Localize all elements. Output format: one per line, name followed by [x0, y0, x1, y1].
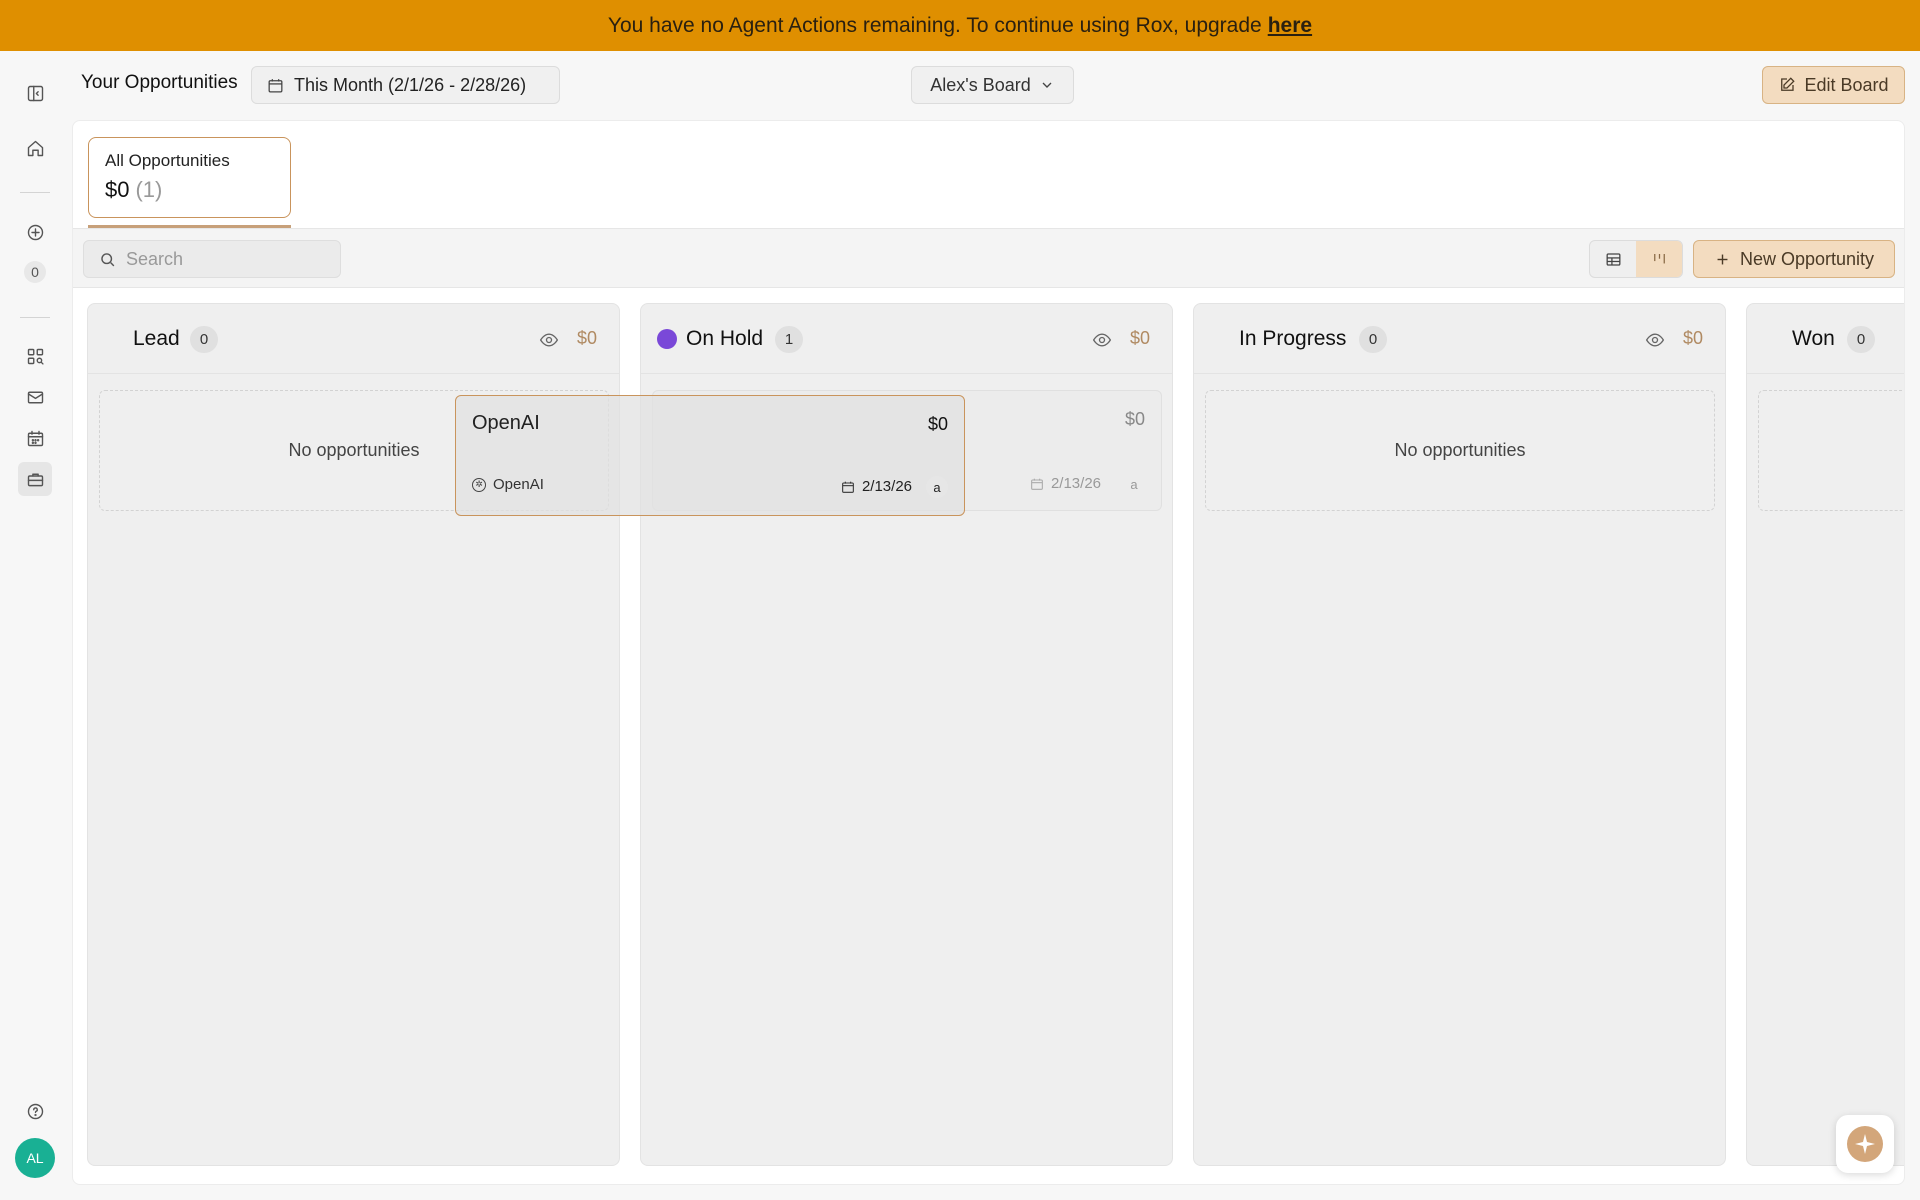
upgrade-link[interactable]: here: [1268, 14, 1312, 38]
new-opportunity-button[interactable]: New Opportunity: [1693, 240, 1895, 278]
card-date-text: 2/13/26: [1050, 475, 1101, 492]
card-amount: $0: [1124, 409, 1145, 429]
sidebar-toggle-icon[interactable]: [18, 76, 52, 110]
card-close-date: 2/13/26: [840, 478, 912, 495]
column-title: Won: [1792, 327, 1835, 350]
board-name: Alex's Board: [930, 74, 1031, 95]
card-company: ✲ OpenAI: [472, 476, 544, 493]
card-close-date: 2/13/26: [1029, 475, 1101, 492]
home-icon[interactable]: [18, 131, 52, 165]
column-count: 0: [190, 326, 218, 353]
column-header: In Progress 0 $0: [1194, 304, 1725, 374]
column-title: In Progress: [1239, 327, 1347, 350]
eye-icon[interactable]: [1645, 330, 1665, 350]
sidebar-divider: [20, 192, 50, 193]
table-icon: [1606, 252, 1620, 266]
column-sum: $0: [577, 328, 598, 348]
kanban-icon: [1653, 253, 1665, 263]
edit-icon: [1781, 77, 1796, 91]
help-icon[interactable]: [18, 1094, 52, 1128]
sidebar-divider: [20, 317, 50, 318]
column-header: On Hold 1 $0: [641, 304, 1172, 374]
empty-drop-zone: [1758, 390, 1904, 511]
chevron-down-icon: [1042, 82, 1052, 88]
briefcase-icon[interactable]: [18, 462, 52, 496]
column-sum: $0: [1130, 328, 1151, 348]
company-name: OpenAI: [493, 476, 544, 493]
dragged-opportunity-card[interactable]: OpenAI $0 ✲ OpenAI 2/13/26 a: [455, 395, 965, 516]
company-logo-icon: ✲: [472, 477, 486, 492]
inbox-icon[interactable]: [18, 380, 52, 414]
search-input[interactable]: [126, 248, 326, 270]
card-date-text: 2/13/26: [861, 478, 912, 495]
column-header: Won 0: [1747, 304, 1904, 374]
eye-icon[interactable]: [539, 330, 559, 350]
summary-total: $0: [105, 177, 130, 202]
edit-board-label: Edit Board: [1804, 74, 1889, 95]
status-dot: [657, 329, 677, 349]
search-box[interactable]: [83, 240, 341, 278]
card-amount: $0: [927, 414, 948, 434]
column-count: 0: [1359, 326, 1387, 353]
sparkle-icon: [1847, 1126, 1883, 1162]
kanban-view-button[interactable]: [1636, 241, 1682, 277]
summary-amount: $0 (1): [105, 177, 274, 203]
table-view-button[interactable]: [1590, 241, 1636, 277]
banner-message: You have no Agent Actions remaining. To …: [607, 13, 1262, 37]
all-opportunities-card[interactable]: All Opportunities $0 (1): [88, 137, 291, 218]
column-header: Lead 0 $0: [88, 304, 619, 374]
assistant-button[interactable]: [1836, 1115, 1894, 1173]
column-count: 0: [1847, 326, 1875, 353]
column-won: Won 0: [1746, 303, 1904, 1166]
card-owner: a: [1130, 476, 1138, 492]
search-icon: [101, 252, 115, 266]
sidebar: 0: [0, 51, 70, 1200]
board-selector[interactable]: Alex's Board: [911, 66, 1074, 104]
board-toolbar: New Opportunity: [73, 228, 1904, 288]
date-range-label: This Month (2/1/26 - 2/28/26): [294, 74, 527, 95]
page-title: Your Opportunities: [81, 72, 238, 93]
eye-icon[interactable]: [1092, 330, 1112, 350]
add-circle-icon[interactable]: [18, 215, 52, 249]
user-avatar[interactable]: AL: [15, 1138, 55, 1178]
dashboard-search-icon[interactable]: [18, 339, 52, 373]
empty-drop-zone: No opportunities: [1205, 390, 1715, 511]
calendar-icon: [842, 481, 854, 493]
notification-count: 0: [24, 261, 46, 283]
plus-icon: [1717, 254, 1728, 264]
date-range-button[interactable]: This Month (2/1/26 - 2/28/26): [251, 66, 560, 104]
summary-count: (1): [135, 177, 163, 202]
opportunities-panel: All Opportunities $0(1) New Opportunity …: [72, 120, 1905, 1185]
edit-board-button[interactable]: Edit Board: [1762, 66, 1905, 104]
calendar-icon: [268, 78, 283, 92]
upgrade-banner: You have no Agent Actions remaining. To …: [0, 0, 1920, 51]
card-title: OpenAI: [472, 412, 540, 434]
summary-label: All Opportunities: [105, 151, 230, 170]
calendar-icon[interactable]: [18, 421, 52, 455]
column-sum: $0: [1683, 328, 1704, 348]
column-title: On Hold: [686, 327, 764, 350]
column-title: Lead: [133, 327, 180, 350]
new-opportunity-label: New Opportunity: [1739, 248, 1875, 269]
calendar-icon: [1031, 478, 1043, 490]
column-count: 1: [775, 326, 803, 353]
view-toggle: [1589, 240, 1683, 278]
card-owner: a: [926, 476, 948, 498]
column-in-progress: In Progress 0 $0 No opportunities: [1193, 303, 1726, 1166]
